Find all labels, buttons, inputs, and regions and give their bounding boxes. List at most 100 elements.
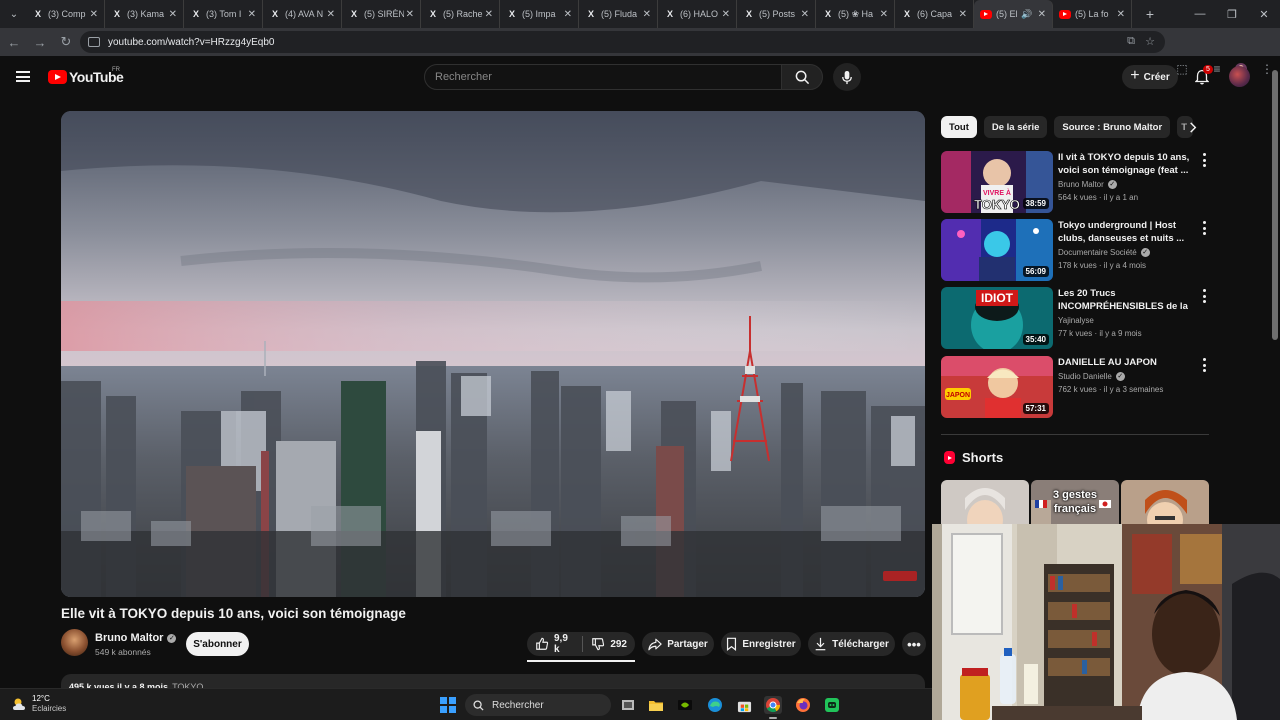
- file-explorer-icon[interactable]: [647, 696, 665, 714]
- close-tab-icon[interactable]: ✕: [169, 9, 177, 20]
- search-input[interactable]: [435, 71, 781, 83]
- channel-name-row[interactable]: Bruno Maltor ✓: [95, 632, 177, 644]
- close-tab-icon[interactable]: ✕: [90, 9, 98, 20]
- close-tab-icon[interactable]: ✕: [1038, 9, 1046, 20]
- discord-app-icon[interactable]: [823, 696, 841, 714]
- create-button[interactable]: + Créer: [1122, 65, 1178, 89]
- youtube-logo[interactable]: YouTube FR: [48, 67, 124, 85]
- video-player[interactable]: [61, 111, 925, 597]
- short-item[interactable]: 3 gestes français: [1031, 480, 1119, 530]
- close-tab-icon[interactable]: ✕: [485, 9, 493, 20]
- chip-series[interactable]: De la série: [983, 116, 1048, 138]
- chips-next-button[interactable]: [1183, 118, 1203, 136]
- recommendation-channel[interactable]: Documentaire Société ✓: [1058, 248, 1150, 258]
- back-arrow-icon[interactable]: ←: [2, 30, 26, 54]
- scrollbar-thumb[interactable]: [1272, 70, 1278, 340]
- browser-tab[interactable]: X (6) Capa ✕: [895, 0, 974, 28]
- voice-search-button[interactable]: [833, 63, 861, 91]
- close-tab-icon[interactable]: ✕: [880, 9, 888, 20]
- dislike-button[interactable]: 292: [583, 632, 635, 656]
- close-tab-icon[interactable]: ✕: [722, 9, 730, 20]
- recommendation-item[interactable]: IDIOT 35:40 Les 20 Trucs INCOMPRÉHENSIBL…: [941, 287, 1211, 349]
- new-tab-button[interactable]: +: [1138, 6, 1162, 22]
- url-field[interactable]: youtube.com/watch?v=HRzzg4yEqb0 ⧉ ☆: [80, 31, 1165, 53]
- close-window-icon[interactable]: ✕: [1248, 0, 1280, 28]
- browser-tab[interactable]: X (3) Kama ✕: [105, 0, 184, 28]
- recommendation-title[interactable]: DANIELLE AU JAPON: [1058, 356, 1190, 369]
- tab-search-button[interactable]: ⌄: [2, 2, 26, 26]
- more-vertical-icon[interactable]: [1199, 153, 1209, 167]
- maximize-icon[interactable]: ❐: [1216, 0, 1248, 28]
- more-actions-button[interactable]: •••: [902, 632, 926, 656]
- forward-arrow-icon[interactable]: →: [28, 30, 52, 54]
- search-button[interactable]: [781, 64, 823, 90]
- nvidia-icon[interactable]: [676, 696, 694, 714]
- close-tab-icon[interactable]: ✕: [801, 9, 809, 20]
- minimize-icon[interactable]: —: [1184, 0, 1216, 28]
- short-item[interactable]: [1121, 480, 1209, 530]
- browser-tab[interactable]: X (3) Tom I ✕: [184, 0, 263, 28]
- recommendation-item[interactable]: 56:09 Tokyo underground | Host clubs, da…: [941, 219, 1211, 281]
- weather-widget[interactable]: 12°C Eclaircies: [12, 694, 66, 714]
- download-button[interactable]: Télécharger: [808, 632, 895, 656]
- edge-browser-icon[interactable]: [706, 696, 724, 714]
- recommendation-title[interactable]: Il vit à TOKYO depuis 10 ans, voici son …: [1058, 151, 1190, 177]
- close-tab-icon[interactable]: ✕: [959, 9, 967, 20]
- more-vertical-icon[interactable]: [1199, 289, 1209, 303]
- more-vertical-icon[interactable]: [1199, 358, 1209, 372]
- close-tab-icon[interactable]: ✕: [1117, 9, 1125, 20]
- browser-tab[interactable]: X (5) Rache ✕: [421, 0, 500, 28]
- reload-icon[interactable]: ↻: [54, 30, 78, 54]
- channel-name[interactable]: Bruno Maltor: [95, 632, 163, 644]
- short-item[interactable]: [941, 480, 1029, 530]
- site-settings-icon[interactable]: [88, 37, 100, 47]
- recommendation-channel[interactable]: Studio Danielle ✓: [1058, 372, 1125, 382]
- share-button[interactable]: Partager: [642, 632, 714, 656]
- browser-tab[interactable]: X (4) AVA N ✕: [263, 0, 342, 28]
- close-tab-icon[interactable]: ✕: [643, 9, 651, 20]
- browser-tab[interactable]: X (6) HALO ✕: [658, 0, 737, 28]
- windows-start-icon[interactable]: [440, 697, 456, 713]
- browser-tab[interactable]: X (5) Posts ✕: [737, 0, 816, 28]
- speaker-icon[interactable]: 🔊: [1021, 9, 1032, 20]
- browser-tab[interactable]: X (5) Impa ✕: [500, 0, 579, 28]
- video-thumbnail[interactable]: IDIOT 35:40: [941, 287, 1053, 349]
- close-tab-icon[interactable]: ✕: [327, 9, 335, 20]
- cast-icon[interactable]: ⧉: [1127, 35, 1135, 48]
- browser-tab[interactable]: X (5) ❀ Ha ✕: [816, 0, 895, 28]
- channel-watermark[interactable]: [883, 571, 917, 581]
- hamburger-menu-icon[interactable]: [16, 71, 30, 82]
- save-button[interactable]: Enregistrer: [721, 632, 801, 656]
- recommendation-channel[interactable]: Yajinalyse: [1058, 316, 1094, 325]
- more-vertical-icon[interactable]: [1199, 221, 1209, 235]
- account-avatar[interactable]: [1229, 66, 1250, 87]
- firefox-icon[interactable]: [794, 696, 812, 714]
- video-thumbnail[interactable]: JAPON 57:31: [941, 356, 1053, 418]
- channel-avatar[interactable]: [61, 629, 88, 656]
- video-thumbnail[interactable]: VIVRE À TOKYO 38:59: [941, 151, 1053, 213]
- bookmark-star-icon[interactable]: ☆: [1145, 35, 1155, 48]
- recommendation-title[interactable]: Les 20 Trucs INCOMPRÉHENSIBLES de la ...: [1058, 287, 1190, 314]
- chip-source[interactable]: Source : Bruno Maltor: [1054, 116, 1171, 138]
- taskbar-search[interactable]: Rechercher: [465, 694, 611, 716]
- like-button[interactable]: 9,9 k: [527, 632, 582, 656]
- recommendation-item[interactable]: JAPON 57:31 DANIELLE AU JAPON Studio Dan…: [941, 356, 1211, 418]
- page-scrollbar[interactable]: [1270, 56, 1280, 526]
- browser-tab[interactable]: X (5) Fluda ✕: [579, 0, 658, 28]
- browser-tab-active[interactable]: (5) El 🔊 ✕: [974, 0, 1053, 28]
- close-tab-icon[interactable]: ✕: [406, 9, 414, 20]
- recommendation-title[interactable]: Tokyo underground | Host clubs, danseuse…: [1058, 219, 1190, 245]
- browser-tab[interactable]: X (5) SIRÈN ✕: [342, 0, 421, 28]
- subscribe-button[interactable]: S'abonner: [186, 632, 249, 656]
- browser-tab[interactable]: X (3) Comp ✕: [26, 0, 105, 28]
- chip-all[interactable]: Tout: [941, 116, 977, 138]
- task-view-icon[interactable]: [619, 696, 637, 714]
- close-tab-icon[interactable]: ✕: [564, 9, 572, 20]
- video-thumbnail[interactable]: 56:09: [941, 219, 1053, 281]
- microsoft-store-icon[interactable]: [735, 696, 753, 714]
- browser-tab[interactable]: (5) La fo ✕: [1053, 0, 1132, 28]
- close-tab-icon[interactable]: ✕: [248, 9, 256, 20]
- chrome-icon[interactable]: [764, 696, 782, 714]
- notifications-button[interactable]: 5: [1192, 65, 1213, 87]
- recommendation-channel[interactable]: Bruno Maltor ✓: [1058, 180, 1117, 190]
